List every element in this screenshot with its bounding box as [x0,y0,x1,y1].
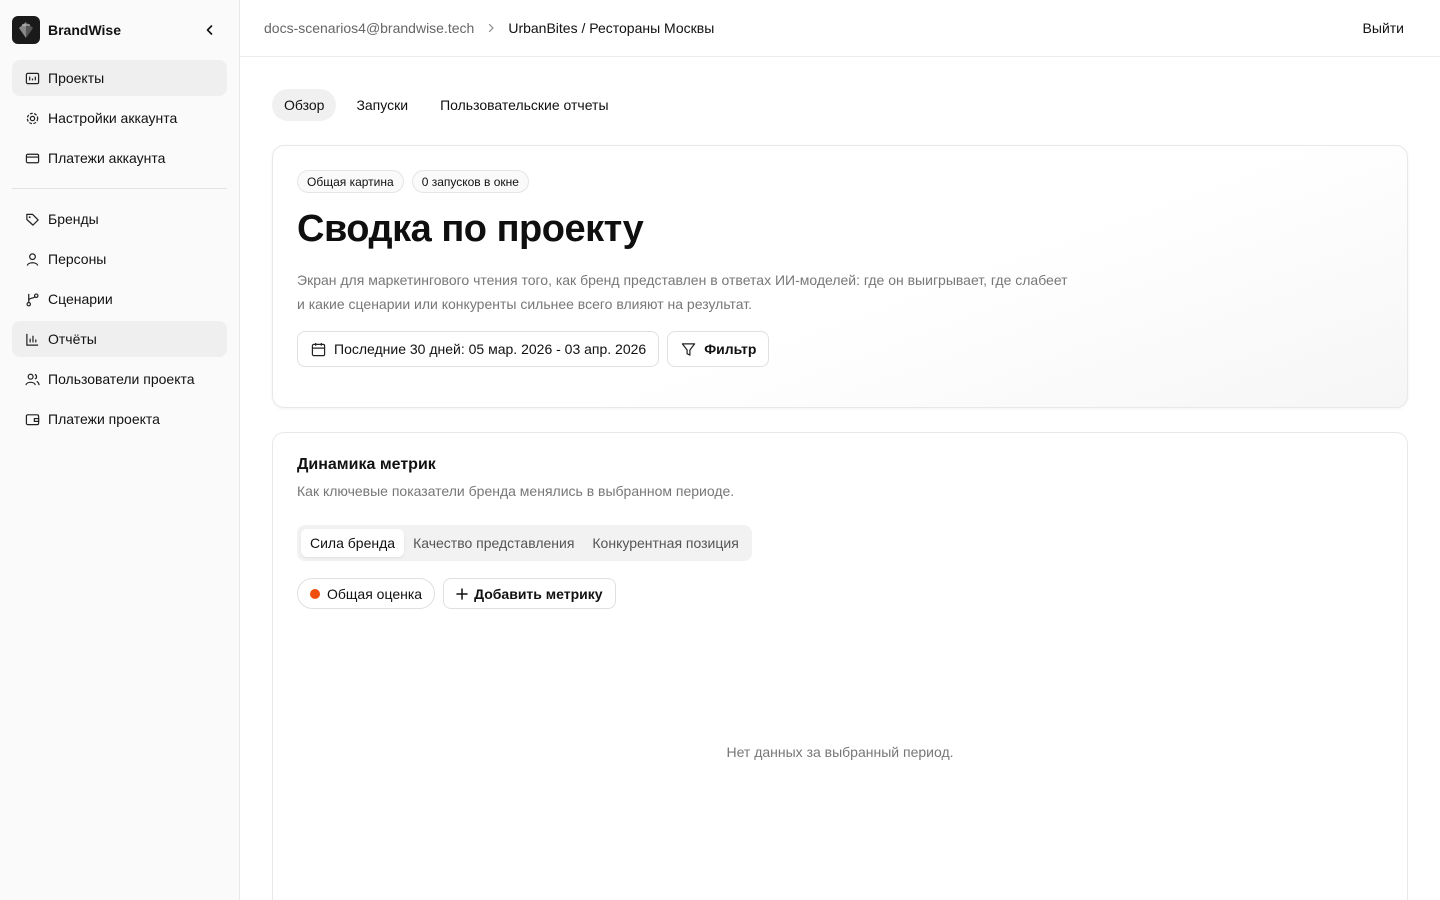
tab-custom-reports[interactable]: Пользовательские отчеты [428,89,620,121]
breadcrumb-account-email[interactable]: docs-scenarios4@brandwise.tech [264,20,474,36]
metrics-subtitle: Как ключевые показатели бренда менялись … [297,483,735,499]
top-bar: docs-scenarios4@brandwise.tech UrbanBite… [240,0,1440,57]
runs-count-badge: 0 запусков в окне [411,170,529,193]
project-summary-card: Общая картина 0 запусков в окне Сводка п… [272,145,1408,408]
sidebar-item-label: Платежи аккаунта [48,150,166,166]
collapse-sidebar-button[interactable] [200,20,220,40]
plus-icon [456,587,468,600]
sidebar-item-label: Пользователи проекта [48,371,195,387]
empty-state-text: Нет данных за выбранный период. [726,744,954,760]
branch-icon [24,291,40,307]
calendar-icon [310,341,326,357]
wallet-icon [24,411,40,427]
chevron-left-icon [206,25,213,35]
sidebar-item-project-payments[interactable]: Платежи проекта [12,401,227,437]
sidebar-item-personas[interactable]: Персоны [12,241,227,277]
sidebar-item-brands[interactable]: Бренды [12,201,227,237]
add-metric-button[interactable]: Добавить метрику [443,578,616,609]
projects-icon [24,70,40,86]
metrics-dynamics-card: Динамика метрик Как ключевые показатели … [272,432,1408,900]
sidebar-item-account-settings[interactable]: Настройки аккаунта [12,100,227,136]
page-description: Экран для маркетингового чтения того, ка… [297,272,1068,312]
tab-overview[interactable]: Обзор [272,89,337,121]
brand-header: BrandWise [12,16,228,44]
sidebar-item-label: Сценарии [48,291,113,307]
breadcrumb-project[interactable]: UrbanBites / Рестораны Москвы [508,20,714,36]
user-icon [24,251,40,267]
page-tabs: Обзор Запуски Пользовательские отчеты [272,89,629,121]
segment-brand-strength[interactable]: Сила бренда [301,529,405,557]
sidebar-item-reports[interactable]: Отчёты [12,321,227,357]
sidebar-item-label: Бренды [48,211,99,227]
logout-button[interactable]: Выйти [1363,20,1404,36]
date-range-label: Последние 30 дней: 05 мар. 2026 - 03 апр… [334,341,647,357]
sidebar-item-project-users[interactable]: Пользователи проекта [12,361,227,397]
users-icon [24,371,40,387]
sidebar-item-projects[interactable]: Проекты [12,60,227,96]
page-title: Сводка по проекту [297,208,644,250]
date-range-button[interactable]: Последние 30 дней: 05 мар. 2026 - 03 апр… [297,331,660,367]
summary-controls: Последние 30 дней: 05 мар. 2026 - 03 апр… [297,331,777,367]
filter-button[interactable]: Фильтр [667,331,770,367]
sidebar-item-scenarios[interactable]: Сценарии [12,281,227,317]
summary-badges: Общая картина 0 запусков в окне [297,170,537,193]
account-nav: Проекты Настройки аккаунта Платежи аккау… [12,60,227,180]
overview-badge: Общая картина [297,170,404,193]
credit-card-icon [24,150,40,166]
metric-chips: Общая оценка Добавить метрику [297,578,624,609]
filter-label: Фильтр [704,341,757,357]
segment-competitive-position[interactable]: Конкурентная позиция [583,529,747,557]
project-nav: Бренды Персоны Сценарии Отчёты Пользоват… [12,201,227,441]
sidebar-item-label: Проекты [48,70,105,86]
metrics-title: Динамика метрик [297,456,436,473]
chevron-right-icon [484,21,498,35]
sidebar-item-label: Отчёты [48,331,97,347]
filter-icon [680,341,696,357]
gear-icon [24,110,40,126]
sidebar-item-label: Платежи проекта [48,411,160,427]
tab-runs[interactable]: Запуски [344,89,420,121]
bar-chart-icon [24,331,40,347]
tag-icon [24,211,40,227]
metric-chip-overall-score[interactable]: Общая оценка [297,578,436,609]
series-color-dot [310,588,320,599]
segment-representation-quality[interactable]: Качество представления [404,529,583,557]
sidebar-divider [12,188,227,189]
brandwise-logo-icon [12,16,40,44]
sidebar: BrandWise Проекты Настройки аккаунта Пла… [0,0,240,900]
sidebar-item-label: Персоны [48,251,107,267]
brand-name: BrandWise [48,22,122,38]
sidebar-item-label: Настройки аккаунта [48,110,178,126]
metrics-segmented-control: Сила бренда Качество представления Конку… [297,525,752,561]
metric-chip-label: Общая оценка [327,585,423,602]
sidebar-item-account-payments[interactable]: Платежи аккаунта [12,140,227,176]
add-metric-label: Добавить метрику [474,585,603,602]
